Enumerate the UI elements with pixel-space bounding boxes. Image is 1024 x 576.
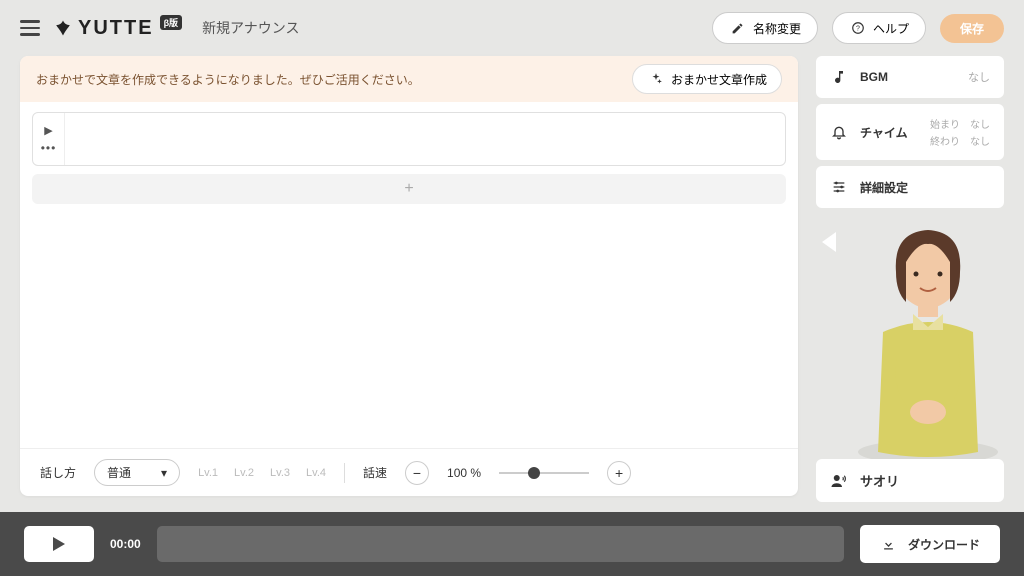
app-logo: YUTTE β版 (54, 17, 182, 40)
settings-sidebar: BGM なし チャイム 始まりなし 終わりなし 詳細設定 (816, 56, 1004, 496)
bell-icon (830, 123, 848, 141)
slider-knob[interactable] (528, 467, 540, 479)
page-title: 新規アナウンス (202, 18, 299, 38)
voice-icon (830, 472, 848, 490)
play-icon (53, 537, 65, 551)
info-banner: おまかせで文章を作成できるようになりました。ぜひご活用ください。 おまかせ文章作… (20, 56, 798, 102)
save-button[interactable]: 保存 (940, 14, 1004, 43)
speed-minus-button[interactable]: − (405, 461, 429, 485)
download-icon (880, 535, 898, 553)
logo-text: YUTTE (78, 17, 154, 40)
speech-pointer (822, 232, 836, 252)
level-option[interactable]: Lv.2 (234, 467, 254, 479)
block-menu-icon[interactable]: ••• (41, 141, 57, 155)
add-block-button[interactable]: + (32, 174, 786, 204)
level-option[interactable]: Lv.1 (198, 467, 218, 479)
speed-label: 話速 (363, 464, 387, 481)
speed-slider[interactable] (499, 472, 589, 474)
rename-button[interactable]: 名称変更 (712, 12, 818, 44)
progress-bar[interactable] (157, 526, 844, 562)
time-display: 00:00 (110, 537, 141, 551)
banner-text: おまかせで文章を作成できるようになりました。ぜひご活用ください。 (36, 71, 420, 88)
text-input-area[interactable] (65, 113, 785, 165)
chevron-down-icon: ▾ (161, 466, 167, 480)
app-header: YUTTE β版 新規アナウンス 名称変更 ? ヘルプ 保存 (0, 0, 1024, 56)
level-group: Lv.1 Lv.2 Lv.3 Lv.4 (198, 467, 326, 479)
sliders-icon (830, 178, 848, 196)
play-block-icon[interactable]: ▶ (44, 124, 52, 137)
plus-icon: + (404, 180, 413, 198)
bgm-setting[interactable]: BGM なし (816, 56, 1004, 98)
style-label: 話し方 (40, 464, 76, 481)
sparkle-icon (647, 70, 665, 88)
text-block[interactable]: ▶ ••• (32, 112, 786, 166)
level-option[interactable]: Lv.4 (306, 467, 326, 479)
player-bar: 00:00 ダウンロード (0, 512, 1024, 576)
menu-icon[interactable] (20, 20, 40, 36)
download-button[interactable]: ダウンロード (860, 525, 1000, 563)
speed-value: 100 % (447, 466, 481, 480)
divider (344, 463, 345, 483)
auto-generate-button[interactable]: おまかせ文章作成 (632, 64, 782, 94)
music-note-icon (830, 68, 848, 86)
pencil-icon (729, 19, 747, 37)
beta-badge: β版 (160, 15, 183, 30)
level-option[interactable]: Lv.3 (270, 467, 290, 479)
editor-card: おまかせで文章を作成できるようになりました。ぜひご活用ください。 おまかせ文章作… (20, 56, 798, 496)
help-icon: ? (849, 19, 867, 37)
logo-icon (54, 19, 72, 37)
chime-values: 始まりなし 終わりなし (930, 116, 990, 148)
voice-select[interactable]: サオリ (816, 459, 1004, 502)
help-button[interactable]: ? ヘルプ (832, 12, 926, 44)
speed-plus-button[interactable]: + (607, 461, 631, 485)
style-select[interactable]: 普通 ▾ (94, 459, 180, 486)
chime-setting[interactable]: チャイム 始まりなし 終わりなし (816, 104, 1004, 160)
style-controls: 話し方 普通 ▾ Lv.1 Lv.2 Lv.3 Lv.4 話速 − 100 % (20, 448, 798, 496)
avatar-area (828, 202, 1008, 462)
play-button[interactable] (24, 526, 94, 562)
block-controls: ▶ ••• (33, 113, 65, 165)
svg-text:?: ? (856, 25, 860, 32)
avatar-illustration (828, 202, 1008, 462)
